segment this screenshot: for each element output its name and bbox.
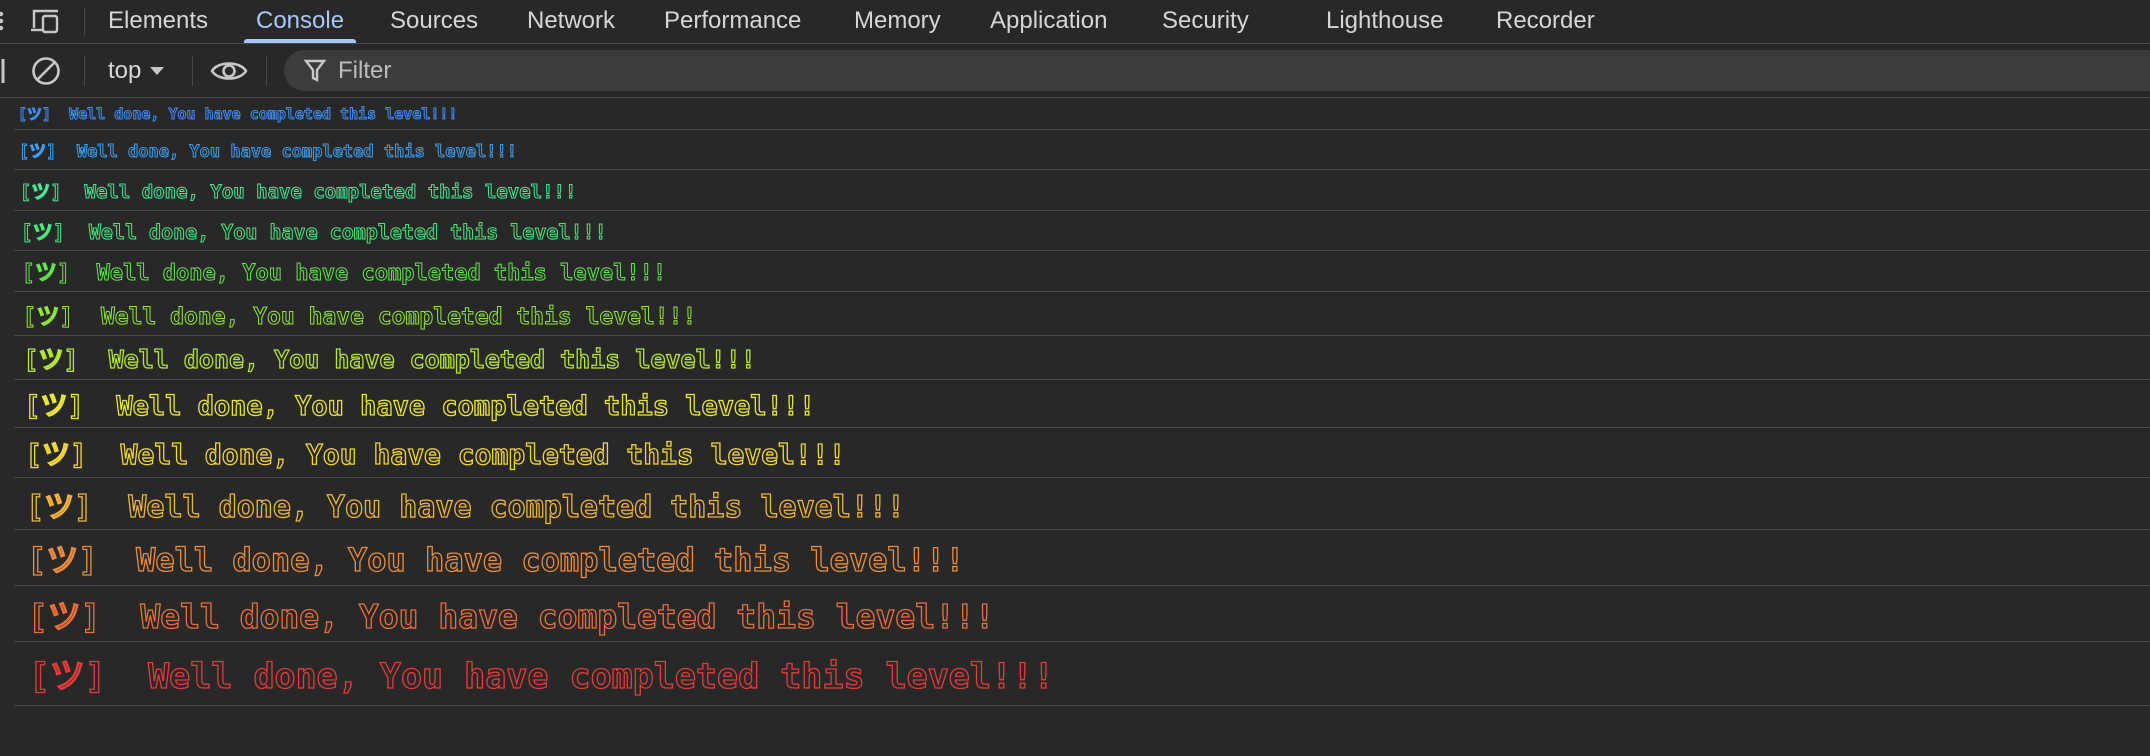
dropdown-arrow-icon	[150, 66, 165, 75]
console-message-text: [ツ] Well done, You have completed this l…	[21, 261, 667, 287]
console-message: [ツ] Well done, You have completed this l…	[14, 380, 2150, 428]
filter-funnel-icon	[304, 59, 326, 82]
tab-network[interactable]: Network	[527, 0, 615, 42]
console-message: [ツ] Well done, You have completed this l…	[14, 211, 2150, 251]
clear-console-icon[interactable]	[30, 50, 62, 92]
tab-memory[interactable]: Memory	[854, 0, 941, 42]
console-message-text: [ツ] Well done, You have completed this l…	[23, 344, 757, 374]
console-message: [ツ] Well done, You have completed this l…	[14, 292, 2150, 336]
tab-application[interactable]: Application	[990, 0, 1107, 42]
tab-elements[interactable]: Elements	[108, 0, 208, 42]
tab-lighthouse[interactable]: Lighthouse	[1326, 0, 1443, 42]
device-toolbar-icon[interactable]	[30, 0, 62, 42]
context-selector-label: top	[108, 57, 142, 84]
console-message: [ツ] Well done, You have completed this l…	[14, 336, 2150, 380]
console-message: [ツ] Well done, You have completed this l…	[14, 478, 2150, 530]
context-selector[interactable]: top	[108, 44, 165, 97]
tab-recorder[interactable]: Recorder	[1496, 0, 1595, 42]
toolbar-separator	[84, 56, 85, 86]
console-message: [ツ] Well done, You have completed this l…	[14, 170, 2150, 211]
console-message-text: [ツ] Well done, You have completed this l…	[20, 220, 607, 245]
console-message: [ツ] Well done, You have completed this l…	[14, 586, 2150, 642]
console-message-text: [ツ] Well done, You have completed this l…	[19, 180, 577, 203]
console-message-text: [ツ] Well done, You have completed this l…	[26, 540, 965, 579]
console-message-text: [ツ] Well done, You have completed this l…	[25, 437, 847, 471]
tabbar-separator	[84, 8, 85, 36]
more-options-icon[interactable]	[0, 0, 8, 42]
console-message: [ツ] Well done, You have completed this l…	[14, 428, 2150, 478]
filter-box[interactable]	[284, 50, 2150, 91]
live-expression-eye-icon[interactable]	[210, 50, 248, 92]
console-message: [ツ] Well done, You have completed this l…	[14, 98, 2150, 130]
toolbar-separator	[192, 56, 193, 86]
console-message-text: [ツ] Well done, You have completed this l…	[25, 489, 905, 525]
console-message-text: [ツ] Well done, You have completed this l…	[28, 656, 1055, 697]
tab-performance[interactable]: Performance	[664, 0, 801, 42]
tab-sources[interactable]: Sources	[390, 0, 478, 42]
filter-input[interactable]	[336, 55, 2040, 86]
console-message-text: [ツ] Well done, You have completed this l…	[24, 390, 816, 422]
console-message: [ツ] Well done, You have completed this l…	[14, 642, 2150, 706]
sidebar-toggle-icon[interactable]	[0, 50, 6, 92]
toolbar-separator	[266, 56, 267, 86]
tab-console[interactable]: Console	[243, 0, 357, 43]
console-message-text: [ツ] Well done, You have completed this l…	[22, 303, 697, 330]
console-message: [ツ] Well done, You have completed this l…	[14, 130, 2150, 170]
console-message: [ツ] Well done, You have completed this l…	[14, 530, 2150, 586]
console-message-text: [ツ] Well done, You have completed this l…	[18, 142, 517, 163]
console-message: [ツ] Well done, You have completed this l…	[14, 251, 2150, 292]
console-message-text: [ツ] Well done, You have completed this l…	[27, 596, 995, 636]
console-toolbar: top	[0, 44, 2150, 98]
tab-security[interactable]: Security	[1162, 0, 1249, 42]
console-message-text: [ツ] Well done, You have completed this l…	[17, 105, 458, 124]
devtools-tab-bar: Elements Console Sources Network Performance…	[0, 0, 2150, 44]
